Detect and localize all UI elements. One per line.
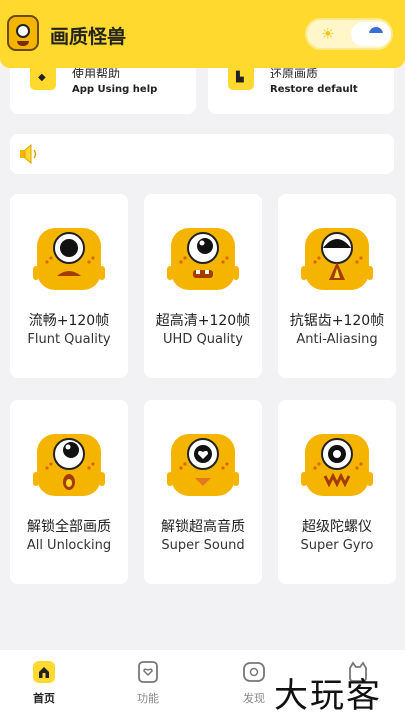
monster-icon	[33, 433, 105, 497]
nav-item-home[interactable]: 首页	[14, 660, 74, 706]
feature-subtitle: Flunt Quality	[27, 332, 111, 347]
feature-title: 抗锯齿+120帧	[289, 313, 385, 329]
nav-item-features[interactable]: 功能	[118, 660, 178, 706]
monster-icon	[167, 433, 239, 497]
restore-icon: ▙	[228, 68, 254, 90]
feature-subtitle: Super Sound	[161, 538, 245, 553]
monster-icon	[301, 227, 373, 291]
feature-card-super-sound[interactable]: 解锁超高音质 Super Sound	[144, 400, 262, 584]
home-icon	[33, 661, 55, 683]
app-header: 画质怪兽 ☀	[0, 0, 405, 68]
app-title: 画质怪兽	[50, 26, 127, 48]
notice-bar[interactable]	[10, 134, 394, 174]
feature-card-super-gyro[interactable]: 超级陀螺仪 Super Gyro	[278, 400, 396, 584]
restore-title: 还原画质	[270, 68, 319, 78]
nav-label: 首页	[33, 692, 55, 705]
help-title: 使用帮助	[72, 68, 121, 78]
feature-subtitle: UHD Quality	[163, 332, 243, 347]
moon-icon	[365, 27, 387, 41]
toggle-knob	[351, 22, 391, 46]
feature-title: 流畅+120帧	[28, 313, 110, 329]
monster-icon	[301, 433, 373, 497]
feature-title: 解锁超高音质	[161, 519, 245, 535]
watermark-text: 大玩客	[274, 676, 382, 716]
restore-subtitle: Restore default	[270, 84, 358, 95]
nav-label: 功能	[137, 692, 159, 705]
feature-subtitle: All Unlocking	[26, 538, 112, 553]
restore-card[interactable]: ▙ 还原画质 Restore default	[208, 68, 394, 114]
feature-card-all-unlocking[interactable]: 解锁全部画质 All Unlocking	[10, 400, 128, 584]
speaker-icon	[20, 144, 37, 164]
theme-toggle[interactable]: ☀	[305, 18, 393, 50]
feature-title: 解锁全部画质	[27, 519, 111, 535]
feature-card-anti-aliasing[interactable]: 抗锯齿+120帧 Anti-Aliasing	[278, 194, 396, 378]
help-card[interactable]: ◆ 使用帮助 App Using help	[10, 68, 196, 114]
feature-subtitle: Anti-Aliasing	[296, 332, 378, 347]
sun-icon: ☀	[321, 25, 335, 43]
feature-subtitle: Super Gyro	[300, 538, 374, 553]
feature-title: 超级陀螺仪	[302, 519, 372, 535]
monster-icon	[33, 227, 105, 291]
bookmark-icon	[138, 661, 158, 683]
monster-icon	[167, 227, 239, 291]
feature-card-flunt-quality[interactable]: 流畅+120帧 Flunt Quality	[10, 194, 128, 378]
help-icon: ◆	[30, 68, 56, 90]
feature-title: 超高清+120帧	[155, 313, 251, 329]
app-logo	[7, 15, 39, 51]
feature-card-uhd-quality[interactable]: 超高清+120帧 UHD Quality	[144, 194, 262, 378]
discover-icon	[243, 662, 265, 682]
help-subtitle: App Using help	[72, 84, 158, 95]
